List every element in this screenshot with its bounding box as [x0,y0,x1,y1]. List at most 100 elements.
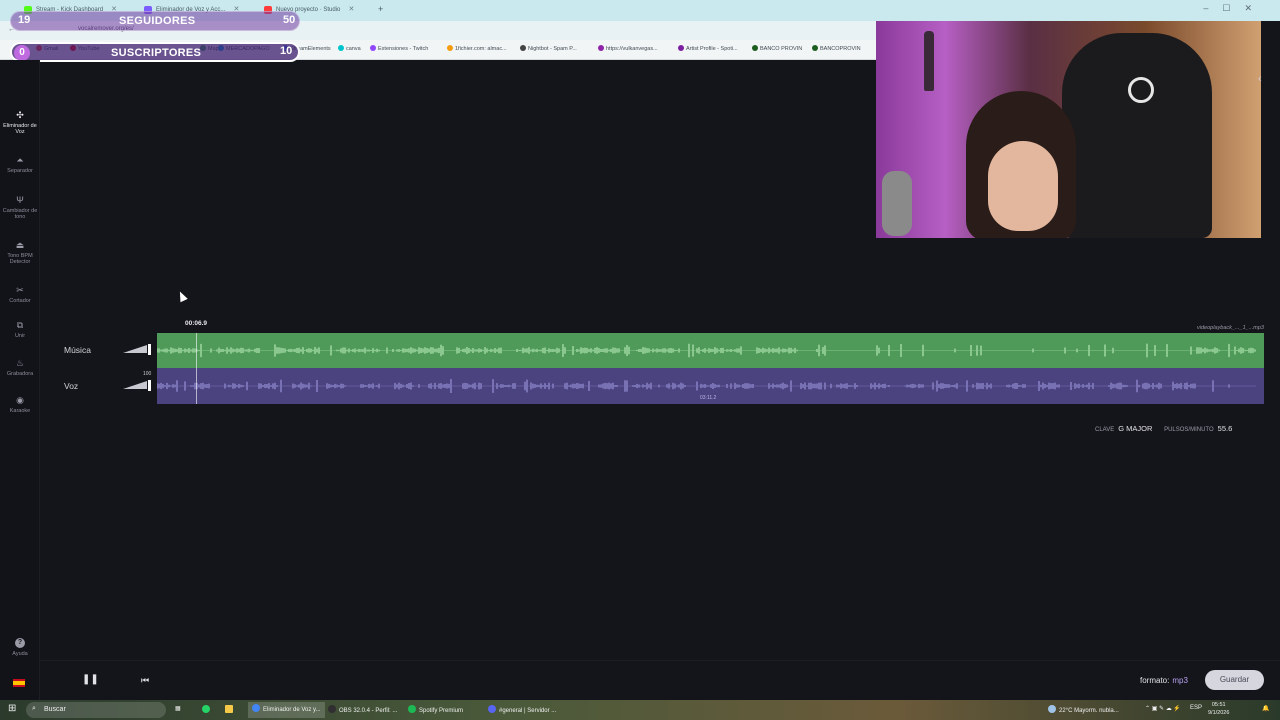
volume-wedge [123,345,147,353]
sidebar-item-join[interactable]: ⧉ Unir [0,320,40,339]
rewind-button[interactable]: ⏮ [139,673,151,687]
music-volume-slider[interactable] [123,344,151,355]
bookmark-favicon-icon [520,45,526,51]
notifications-icon[interactable]: 🔔 [1262,705,1269,712]
bookmark-item[interactable]: Artist Profile - Spoti... [678,45,738,52]
bookmark-item[interactable]: Extensiones - Twitch [370,45,428,52]
followers-count: 19 [18,14,31,26]
volume-knob[interactable] [148,344,151,355]
spain-flag-icon[interactable] [13,679,25,687]
taskbar-app[interactable]: Spotify Premium [408,705,463,714]
track-duration: 03:11.2 [700,395,717,401]
music-waveform [157,343,1256,358]
bookmark-item[interactable]: BANCOPROVIN [812,45,861,52]
gaming-chair-shape [1062,33,1212,238]
whatsapp-icon[interactable] [202,705,213,714]
new-tab-icon[interactable]: + [372,3,383,19]
track-label-music: Música [64,345,91,355]
subscribers-label: SUSCRIPTORES [111,47,202,59]
tray-icons[interactable]: ⌃ ▣ ✎ ☁ ⚡ [1145,705,1181,712]
splitter-icon: ⏶ [16,155,24,165]
streamer-face-shape [988,141,1058,231]
save-button[interactable]: Guardar [1205,670,1264,690]
music-waveform-track[interactable] [157,333,1264,368]
window-controls[interactable]: –☐✕ [1203,3,1266,14]
app-icon [252,704,260,712]
windows-taskbar: ⊞ ⌕ Buscar ▦ Eliminador de Voz y... OBS 3… [0,700,1280,720]
voice-volume-slider[interactable] [123,380,151,391]
task-view-icon[interactable]: ▦ [175,705,181,712]
bookmark-item[interactable]: Nightbot - Spam P... [520,45,577,52]
key-label: CLAVE [1095,427,1115,433]
file-name: videoplayback_..._1_...mp3 [1197,325,1264,331]
bpm-label: PULSOS/MINUTO [1164,427,1214,433]
join-icon: ⧉ [16,320,24,330]
bottle-shape [924,31,934,91]
app-icon [408,705,416,713]
microphone-shape [882,171,912,236]
bookmark-favicon-icon [447,45,453,51]
bookmark-favicon-icon [812,45,818,51]
voice-remover-icon: ✣ [16,110,24,120]
bookmark-favicon-icon [598,45,604,51]
sidebar-item-splitter[interactable]: ⏶ Separador [0,155,40,174]
taskbar-app[interactable]: OBS 32.0.4 - Perfil: ... [328,705,397,714]
followers-goal: 50 [283,14,296,26]
bookmark-item[interactable]: BANCO PROVIN [752,45,802,52]
volume-knob[interactable] [148,380,151,391]
sidebar-item-pitch[interactable]: Ψ Cambiador de tono [0,195,40,220]
voice-volume-value: 100 [143,371,152,377]
volume-wedge [123,381,147,389]
tool-sidebar: ✣ Eliminador de Voz ⏶ Separador Ψ Cambiador d… [0,60,40,700]
bookmark-item[interactable]: https://vulkanvegas... [598,45,658,52]
help-icon: ? [15,638,25,648]
help-label: Ayuda [12,651,28,657]
sidebar-item-bpm[interactable]: ⏏ Tono BPM Detector [0,240,40,265]
key-value: G MAJOR [1118,424,1153,433]
search-label: Buscar [44,706,66,713]
bpm-icon: ⏏ [15,240,25,250]
bpm-value: 55.6 [1217,424,1233,433]
search-icon: ⌕ [32,705,36,712]
sidebar-item-karaoke[interactable]: ◉ Karaoke [0,395,40,414]
subscribers-goal-overlay: 0 SUSCRIPTORES 10 [10,42,300,62]
webcam-overlay [876,21,1261,238]
file-explorer-icon[interactable] [225,705,236,714]
taskbar-app[interactable]: #general | Servidor ... [488,705,556,714]
playhead[interactable] [196,333,197,404]
subscribers-goal: 10 [280,45,293,57]
bookmark-favicon-icon [338,45,344,51]
chevron-left-icon[interactable]: ‹ [1258,73,1262,85]
taskbar-weather[interactable]: 22°C Mayorm. nubla... [1048,705,1119,714]
microphone-icon: ♨ [15,358,25,368]
taskbar-search[interactable]: ⌕ Buscar [26,702,166,718]
bookmark-favicon-icon [752,45,758,51]
cutter-icon: ✂ [16,285,24,295]
sidebar-item-microphone[interactable]: ♨ Grabadora [0,358,40,377]
track-label-voice: Voz [64,381,79,391]
subscribers-count: 0 [14,45,30,61]
bookmark-item[interactable]: canva [338,45,361,52]
taskbar-app[interactable]: Eliminador de Voz y... [248,702,325,718]
bookmark-favicon-icon [370,45,376,51]
format-label: formato: [1140,676,1170,685]
format-selector[interactable]: formato: mp3 [1140,676,1188,685]
key-bpm-info: CLAVE G MAJOR PULSOS/MINUTO 55.6 [1095,424,1242,433]
bookmark-item[interactable]: 1fichier.com: almac... [447,45,507,52]
app-icon [328,705,336,713]
pitch-icon: Ψ [16,195,24,205]
language-indicator[interactable]: ESP [1190,705,1202,711]
sidebar-item-cutter[interactable]: ✂ Cortador [0,285,40,304]
mouse-cursor-icon [176,289,188,303]
windows-start-icon[interactable]: ⊞ [8,703,16,714]
app-icon [488,705,496,713]
pause-button[interactable]: ❚❚ [82,673,99,687]
format-value[interactable]: mp3 [1172,676,1188,685]
close-tab-icon[interactable]: ✕ [349,3,355,17]
bottom-control-bar [40,660,1280,700]
sidebar-item-voice-remover[interactable]: ✣ Eliminador de Voz [0,110,40,135]
help-button[interactable]: ? Ayuda [9,638,31,657]
playhead-time: 00:06.9 [185,320,208,327]
followers-goal-overlay: 19 SEGUIDORES 50 [10,11,300,31]
taskbar-clock[interactable]: 05:51 9/1/2026 [1208,701,1229,717]
